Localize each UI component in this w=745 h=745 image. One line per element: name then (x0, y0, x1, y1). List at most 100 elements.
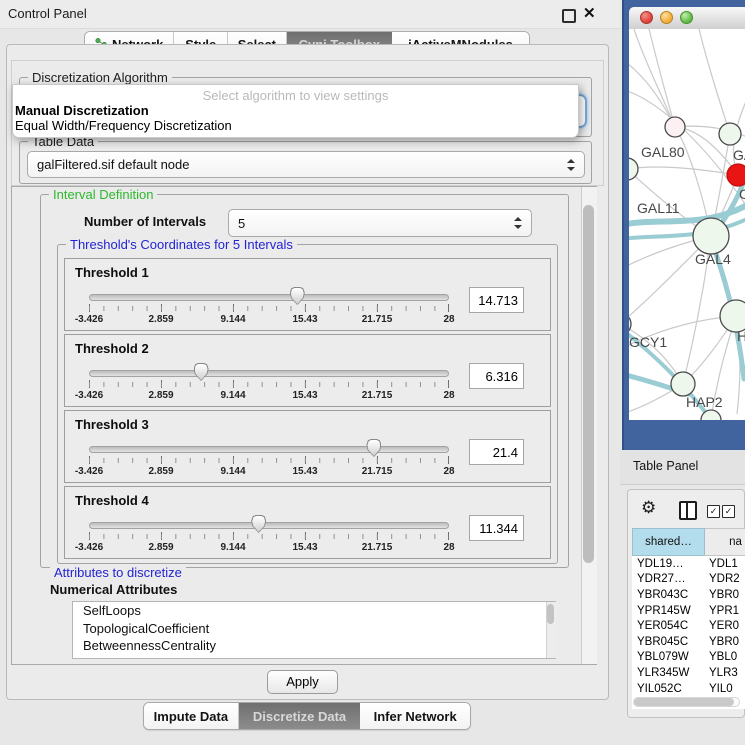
node-attribute-table[interactable]: shared… na YDL19…YDL1YDR27…YDR2YBR043CYB… (632, 528, 745, 709)
tick-label: 15.43 (292, 542, 317, 553)
tick-label: 15.43 (292, 314, 317, 325)
dropdown-option-manual[interactable]: Manual Discretization (15, 103, 149, 118)
combo-arrows-icon (566, 159, 575, 171)
cell-name[interactable]: YLR3 (705, 667, 745, 679)
node-label: C (739, 186, 745, 202)
table-row[interactable]: YIL052CYIL0 (632, 681, 745, 697)
node-gal4[interactable] (693, 218, 729, 254)
close-icon[interactable]: ✕ (583, 4, 596, 22)
cell-shared-name[interactable]: YER054C (632, 620, 705, 632)
node-hap2[interactable] (671, 372, 695, 396)
cell-shared-name[interactable]: YDL19… (632, 558, 705, 570)
checkbox-icon[interactable]: ✓ (722, 505, 735, 518)
tab-discretize-data[interactable]: Discretize Data (239, 703, 361, 729)
cell-name[interactable]: YBR0 (705, 589, 745, 601)
cell-name[interactable]: YER0 (705, 620, 745, 632)
threshold-value-field[interactable]: 11.344 (469, 515, 524, 541)
table-row[interactable]: YDR27…YDR2 (632, 572, 745, 588)
cell-shared-name[interactable]: YLR345W (632, 667, 705, 679)
node-top-right[interactable] (719, 123, 741, 145)
table-row[interactable]: YER054CYER0 (632, 618, 745, 634)
tab-impute-data[interactable]: Impute Data (144, 703, 239, 729)
cell-name[interactable]: YDR2 (705, 573, 745, 585)
close-traffic-light-icon[interactable] (640, 11, 653, 24)
dropdown-hint: Select algorithm to view settings (13, 88, 578, 103)
cell-name[interactable]: YDL1 (705, 558, 745, 570)
number-of-intervals-combobox[interactable]: 5 (228, 209, 532, 237)
cell-name[interactable]: YIL0 (705, 683, 745, 695)
tick-label: 9.144 (220, 390, 245, 401)
tab-infer-network[interactable]: Infer Network (360, 703, 470, 729)
network-window-titlebar[interactable] (629, 7, 745, 30)
cell-shared-name[interactable]: YBR043C (632, 589, 705, 601)
tick-label: 2.859 (148, 466, 173, 477)
table-row[interactable]: YPR145WYPR1 (632, 603, 745, 619)
tick-label: 28 (443, 542, 454, 553)
column-header-shared-name[interactable]: shared… (632, 528, 705, 556)
cell-shared-name[interactable]: YBL079W (632, 651, 705, 663)
slider-track[interactable] (89, 522, 449, 529)
table-data-combobox[interactable]: galFiltered.sif default node (27, 151, 585, 178)
attribute-list-item[interactable]: SelfLoops (73, 602, 555, 620)
cell-shared-name[interactable]: YPR145W (632, 605, 705, 617)
threshold-value-field[interactable]: 14.713 (469, 287, 524, 313)
attributes-scrollbar-thumb[interactable] (547, 604, 554, 624)
cell-shared-name[interactable]: YBR045C (632, 636, 705, 648)
threshold-2-slider[interactable]: -3.4262.8599.14415.4321.71528 (89, 367, 449, 403)
tab-label: Impute Data (154, 709, 228, 724)
threshold-label: Threshold 4 (75, 493, 149, 508)
node-gal11[interactable] (629, 158, 638, 180)
table-row[interactable]: YLR345WYLR3 (632, 665, 745, 681)
cell-name[interactable]: YBR0 (705, 636, 745, 648)
table-row[interactable]: YBL079WYBL0 (632, 650, 745, 666)
table-row[interactable]: YBR045CYBR0 (632, 634, 745, 650)
zoom-traffic-light-icon[interactable] (680, 11, 693, 24)
attributes-group-title: Attributes to discretize (50, 565, 186, 580)
tick-label: 2.859 (148, 314, 173, 325)
threshold-1-slider[interactable]: -3.4262.8599.14415.4321.71528 (89, 291, 449, 327)
node-gal80[interactable] (665, 117, 685, 137)
apply-button[interactable]: Apply (267, 670, 338, 694)
slider-track[interactable] (89, 370, 449, 377)
vertical-scrollbar-thumb[interactable] (583, 205, 594, 563)
tick-label: 15.43 (292, 466, 317, 477)
cell-name[interactable]: YBL0 (705, 651, 745, 663)
column-header-name[interactable]: na (705, 528, 745, 556)
table-row[interactable]: YBR043CYBR0 (632, 587, 745, 603)
slider-handle[interactable] (194, 363, 209, 381)
panel-title: Control Panel (8, 0, 87, 28)
threshold-1-panel: Threshold 1 -3.4262.8599.14415.4321.7152… (64, 258, 551, 331)
table-horizontal-scrollbar-thumb[interactable] (634, 698, 734, 706)
threshold-3-slider[interactable]: -3.4262.8599.14415.4321.71528 (89, 443, 449, 479)
attribute-list-item[interactable]: BetweennessCentrality (73, 637, 555, 655)
cell-name[interactable]: YPR1 (705, 605, 745, 617)
cell-shared-name[interactable]: YDR27… (632, 573, 705, 585)
float-window-icon[interactable] (562, 9, 576, 23)
checkbox-icon[interactable]: ✓ (707, 505, 720, 518)
minimize-traffic-light-icon[interactable] (660, 11, 673, 24)
threshold-value-field[interactable]: 21.4 (469, 439, 524, 465)
slider-track[interactable] (89, 294, 449, 301)
tick-label: 2.859 (148, 542, 173, 553)
slider-handle[interactable] (251, 515, 266, 533)
table-panel-titlebar: Table Panel (620, 450, 745, 485)
cell-shared-name[interactable]: YIL052C (632, 683, 705, 695)
network-canvas[interactable]: GAL80 GA C GAL11 GAL4 GCY1 H HAP2 (629, 29, 745, 420)
numerical-attributes-list[interactable]: SelfLoopsTopologicalCoefficientBetweenne… (72, 601, 556, 659)
tick-label: 21.715 (362, 466, 393, 477)
control-panel-titlebar: Control Panel ✕ (0, 0, 620, 29)
threshold-4-slider[interactable]: -3.4262.8599.14415.4321.71528 (89, 519, 449, 555)
attribute-list-item[interactable]: TopologicalCoefficient (73, 620, 555, 638)
number-of-intervals-label: Number of Intervals (84, 214, 206, 229)
table-row[interactable]: YDL19…YDL1 (632, 556, 745, 572)
split-view-icon[interactable] (679, 501, 697, 520)
gear-icon[interactable]: ⚙ (641, 498, 656, 518)
node-selected-red[interactable] (727, 164, 745, 186)
slider-handle[interactable] (290, 287, 305, 305)
tick-label: 28 (443, 314, 454, 325)
threshold-value-field[interactable]: 6.316 (469, 363, 524, 389)
slider-track[interactable] (89, 446, 449, 453)
dropdown-option-equal-width[interactable]: Equal Width/Frequency Discretization (15, 118, 232, 133)
slider-handle[interactable] (366, 439, 381, 457)
threshold-label: Threshold 3 (75, 417, 149, 432)
